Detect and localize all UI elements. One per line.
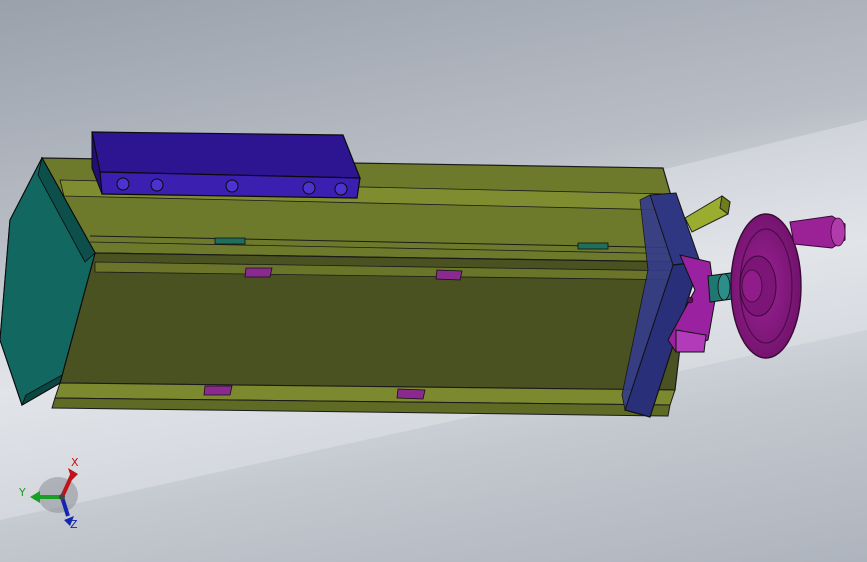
triad-y-label: Y (18, 486, 26, 499)
triad-z-label: Z (70, 518, 78, 531)
clamp-bar-top[interactable] (91, 131, 361, 179)
slot-nut[interactable] (577, 242, 609, 250)
slot-nut[interactable] (214, 237, 246, 245)
model-canvas[interactable]: X Y Z (0, 0, 867, 562)
handwheel-boss (741, 269, 763, 303)
slot-nut[interactable] (435, 269, 463, 281)
bolt-head[interactable] (116, 177, 130, 191)
slot-nut[interactable] (396, 388, 426, 400)
triad-x-label: X (71, 456, 79, 469)
triad-origin (59, 494, 65, 500)
crank-knob[interactable] (830, 217, 846, 247)
model-viewport[interactable]: X Y Z (0, 0, 867, 562)
bolt-hole (686, 296, 694, 304)
housing-body[interactable] (40, 157, 691, 417)
bolt-head[interactable] (334, 182, 348, 196)
bolt-head[interactable] (150, 178, 164, 192)
bolt-head[interactable] (225, 179, 239, 193)
bolt-head[interactable] (302, 181, 316, 195)
slot-nut[interactable] (244, 267, 273, 278)
top-clamp-bar[interactable] (91, 131, 361, 199)
slot-nut[interactable] (203, 385, 233, 396)
